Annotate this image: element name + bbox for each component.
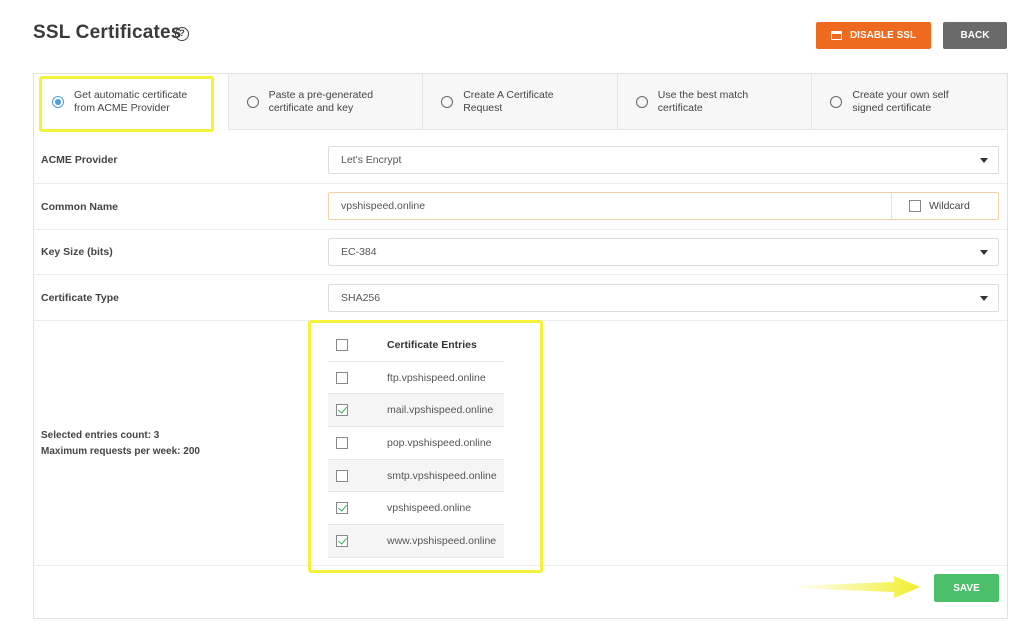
acme-provider-row: ACME Provider Let's Encrypt [34,139,1007,184]
tab-self-signed[interactable]: Create your own self signed certificate [812,74,1007,130]
chevron-down-icon [980,296,988,301]
tab-csr-label: Create A Certificate Request [463,88,554,114]
wildcard-checkbox[interactable] [909,200,921,212]
certificate-type-select[interactable]: SHA256 [328,284,999,312]
key-size-value: EC-384 [341,246,377,258]
disable-ssl-button[interactable]: DISABLE SSL [816,22,931,49]
tab-self-signed-label: Create your own self signed certificate [852,88,949,114]
tab-paste-radio[interactable] [246,95,259,108]
tab-csr-radio[interactable] [441,95,454,108]
chevron-down-icon [980,250,988,255]
certificate-type-label: Certificate Type [41,292,119,304]
tab-paste-label: Paste a pre-generated certificate and ke… [268,88,374,114]
tab-self-signed-radio[interactable] [830,95,843,108]
common-name-value: vpshispeed.online [341,200,426,212]
save-button[interactable]: SAVE [934,574,999,602]
certificate-type-row: Certificate Type SHA256 [34,275,1007,321]
tab-best-match-label: Use the best match certificate [657,88,749,114]
wildcard-toggle[interactable]: Wildcard [891,193,998,219]
entries-highlight [308,320,543,573]
acme-provider-select[interactable]: Let's Encrypt [328,146,999,174]
selected-count: Selected entries count: 3 [41,430,160,441]
key-size-select[interactable]: EC-384 [328,238,999,266]
arrow-right-icon [790,576,920,598]
acme-provider-value: Let's Encrypt [341,154,402,166]
disable-ssl-label: DISABLE SSL [849,30,917,41]
acme-provider-label: ACME Provider [41,154,118,166]
tab-paste[interactable]: Paste a pre-generated certificate and ke… [228,74,424,130]
key-size-row: Key Size (bits) EC-384 [34,230,1007,275]
tab-highlight [39,76,214,132]
entries-stats: Selected entries count: 3 Maximum reques… [41,428,200,460]
tab-best-match[interactable]: Use the best match certificate [617,74,813,130]
max-requests: Maximum requests per week: 200 [41,446,200,457]
chevron-down-icon [980,158,988,163]
wildcard-label: Wildcard [929,200,970,212]
help-icon[interactable]: ? [175,27,189,41]
calendar-icon [830,31,842,40]
key-size-label: Key Size (bits) [41,246,113,258]
common-name-input[interactable]: vpshispeed.online Wildcard [328,192,999,220]
common-name-row: Common Name vpshispeed.online Wildcard [34,184,1007,230]
page-title: SSL Certificates [33,22,182,43]
tab-csr[interactable]: Create A Certificate Request [423,74,618,130]
certificate-type-value: SHA256 [341,292,381,304]
tab-best-match-radio[interactable] [635,95,648,108]
back-button[interactable]: BACK [943,22,1007,49]
common-name-label: Common Name [41,201,119,213]
